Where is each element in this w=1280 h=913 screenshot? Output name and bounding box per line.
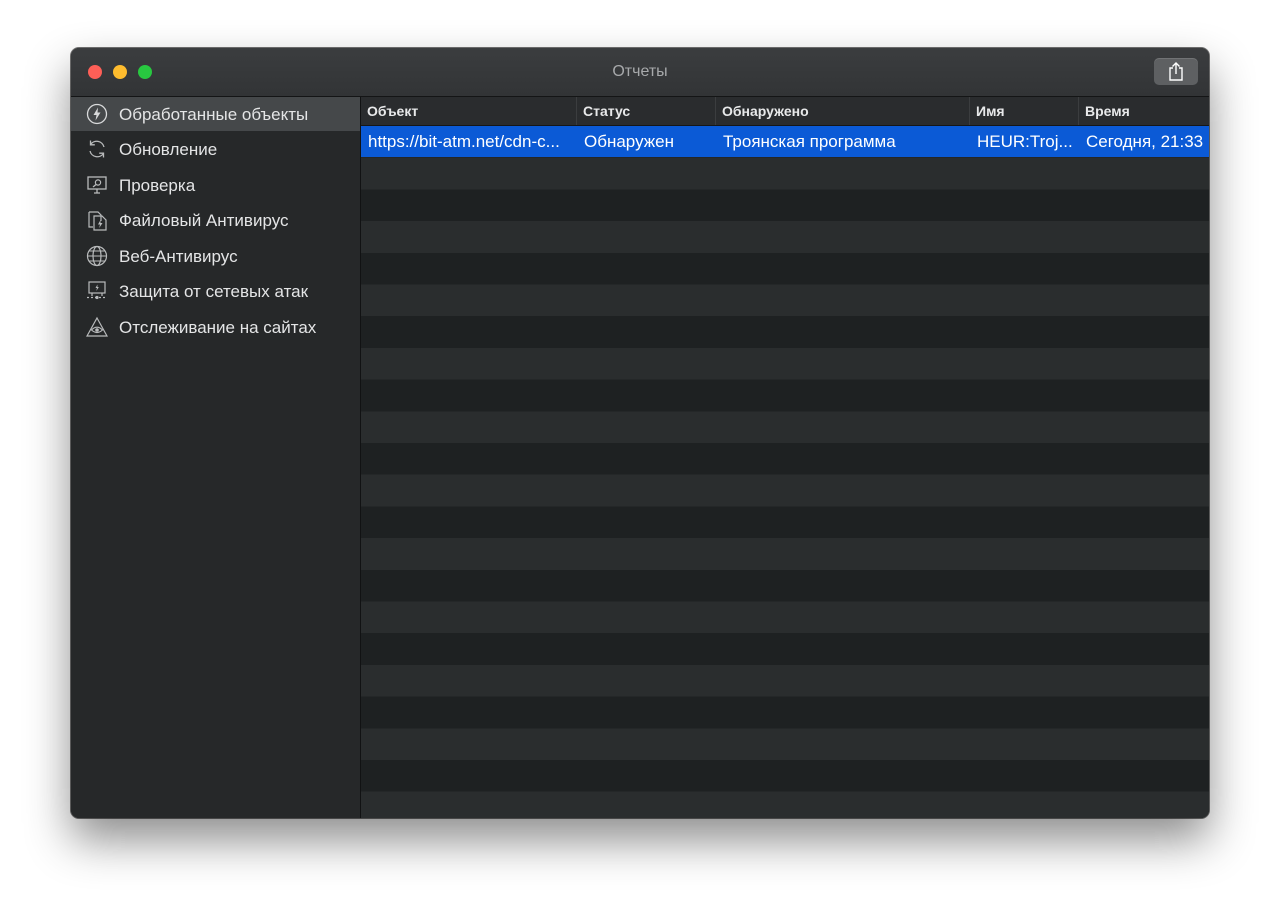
sidebar-item-label: Проверка xyxy=(119,176,196,195)
sidebar-item-web-antivirus[interactable]: Веб-Антивирус xyxy=(71,239,360,273)
cell-time: Сегодня, 21:33 xyxy=(1086,132,1204,151)
cell-name: HEUR:Troj... xyxy=(977,132,1073,151)
column-header-object[interactable]: Объект xyxy=(361,97,577,125)
network-shield-icon xyxy=(87,281,107,300)
column-header-time[interactable]: Время xyxy=(1079,97,1209,125)
sidebar-item-update[interactable]: Обновление xyxy=(71,132,360,166)
sidebar: Обработанные объекты Обновление Проверка xyxy=(71,97,361,818)
eye-triangle-icon xyxy=(86,316,108,337)
table-body: https://bit-atm.net/cdn-c... Обнаружен Т… xyxy=(361,126,1209,818)
sidebar-item-tracking-on-sites[interactable]: Отслеживание на сайтах xyxy=(71,310,360,344)
share-icon xyxy=(1169,62,1183,81)
sidebar-item-processed-objects[interactable]: Обработанные объекты xyxy=(71,97,360,131)
table-header: Объект Статус Обнаружено Имя Время xyxy=(361,97,1209,126)
app-window: Отчеты Обработанные объекты Обновление П… xyxy=(71,48,1209,818)
refresh-icon xyxy=(89,140,105,158)
sidebar-item-label: Обработанные объекты xyxy=(119,105,309,124)
globe-icon xyxy=(86,245,108,267)
sidebar-item-label: Веб-Антивирус xyxy=(119,247,238,266)
cell-detected: Троянская программа xyxy=(723,132,896,151)
sidebar-item-file-antivirus[interactable]: Файловый Антивирус xyxy=(71,203,360,237)
share-button[interactable] xyxy=(1154,58,1198,85)
cell-status: Обнаружен xyxy=(584,132,674,151)
file-shield-icon xyxy=(88,211,107,231)
column-header-detected[interactable]: Обнаружено xyxy=(716,97,970,125)
sidebar-item-network-attack-protection[interactable]: Защита от сетевых атак xyxy=(71,274,360,308)
table-row[interactable]: https://bit-atm.net/cdn-c... Обнаружен Т… xyxy=(361,126,1209,157)
sidebar-item-label: Файловый Антивирус xyxy=(119,211,289,230)
monitor-search-icon xyxy=(87,176,107,194)
reports-table: Объект Статус Обнаружено Имя Время https… xyxy=(361,97,1209,818)
window-title: Отчеты xyxy=(612,63,668,80)
sidebar-item-label: Обновление xyxy=(119,140,218,159)
column-header-name[interactable]: Имя xyxy=(970,97,1079,125)
column-header-status[interactable]: Статус xyxy=(577,97,716,125)
bolt-circle-icon xyxy=(86,103,108,125)
title-bar: Отчеты xyxy=(71,48,1209,97)
sidebar-item-label: Защита от сетевых атак xyxy=(119,282,309,301)
sidebar-item-label: Отслеживание на сайтах xyxy=(119,318,317,337)
sidebar-item-scan[interactable]: Проверка xyxy=(71,168,360,202)
cell-object: https://bit-atm.net/cdn-c... xyxy=(368,132,560,151)
